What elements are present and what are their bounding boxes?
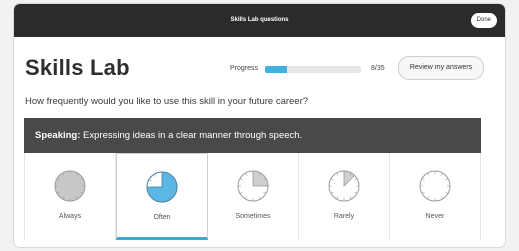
progress-count: 8/35 (371, 65, 385, 72)
heading-row: Skills Lab Progress 8/35 Review my answe… (25, 54, 484, 88)
option-label: Often (153, 214, 171, 221)
frequency-pie-icon (146, 171, 178, 203)
skill-banner: Speaking: Expressing ideas in a clear ma… (24, 118, 481, 153)
skill-name: Speaking: (35, 130, 81, 141)
frequency-pie-icon (328, 170, 360, 202)
frequency-pie-icon (419, 170, 451, 202)
page-title: Skills Lab (25, 55, 130, 80)
option-label: Rarely (333, 213, 355, 220)
skill-description: Expressing ideas in a clear manner throu… (80, 130, 303, 141)
done-button[interactable]: Done (470, 13, 497, 28)
frequency-options: Always Often Sometimes Rarely Never (24, 153, 481, 240)
progress-bar (265, 66, 361, 73)
review-answers-button[interactable]: Review my answers (398, 56, 484, 80)
frequency-pie-icon (54, 170, 86, 202)
progress-fill (265, 66, 287, 73)
option-never[interactable]: Never (390, 153, 480, 240)
progress-label: Progress (230, 65, 259, 72)
option-always[interactable]: Always (25, 153, 116, 240)
option-rarely[interactable]: Rarely (299, 153, 390, 240)
option-label: Sometimes (235, 213, 271, 220)
frequency-pie-icon (237, 170, 269, 202)
top-bar: Skills Lab questions Done (14, 4, 505, 37)
window-title: Skills Lab questions (230, 17, 289, 23)
option-sometimes[interactable]: Sometimes (208, 153, 299, 240)
question-text: How frequently would you like to use thi… (25, 96, 309, 107)
option-label: Never (425, 213, 445, 220)
option-label: Always (58, 213, 82, 220)
option-often[interactable]: Often (116, 153, 208, 240)
